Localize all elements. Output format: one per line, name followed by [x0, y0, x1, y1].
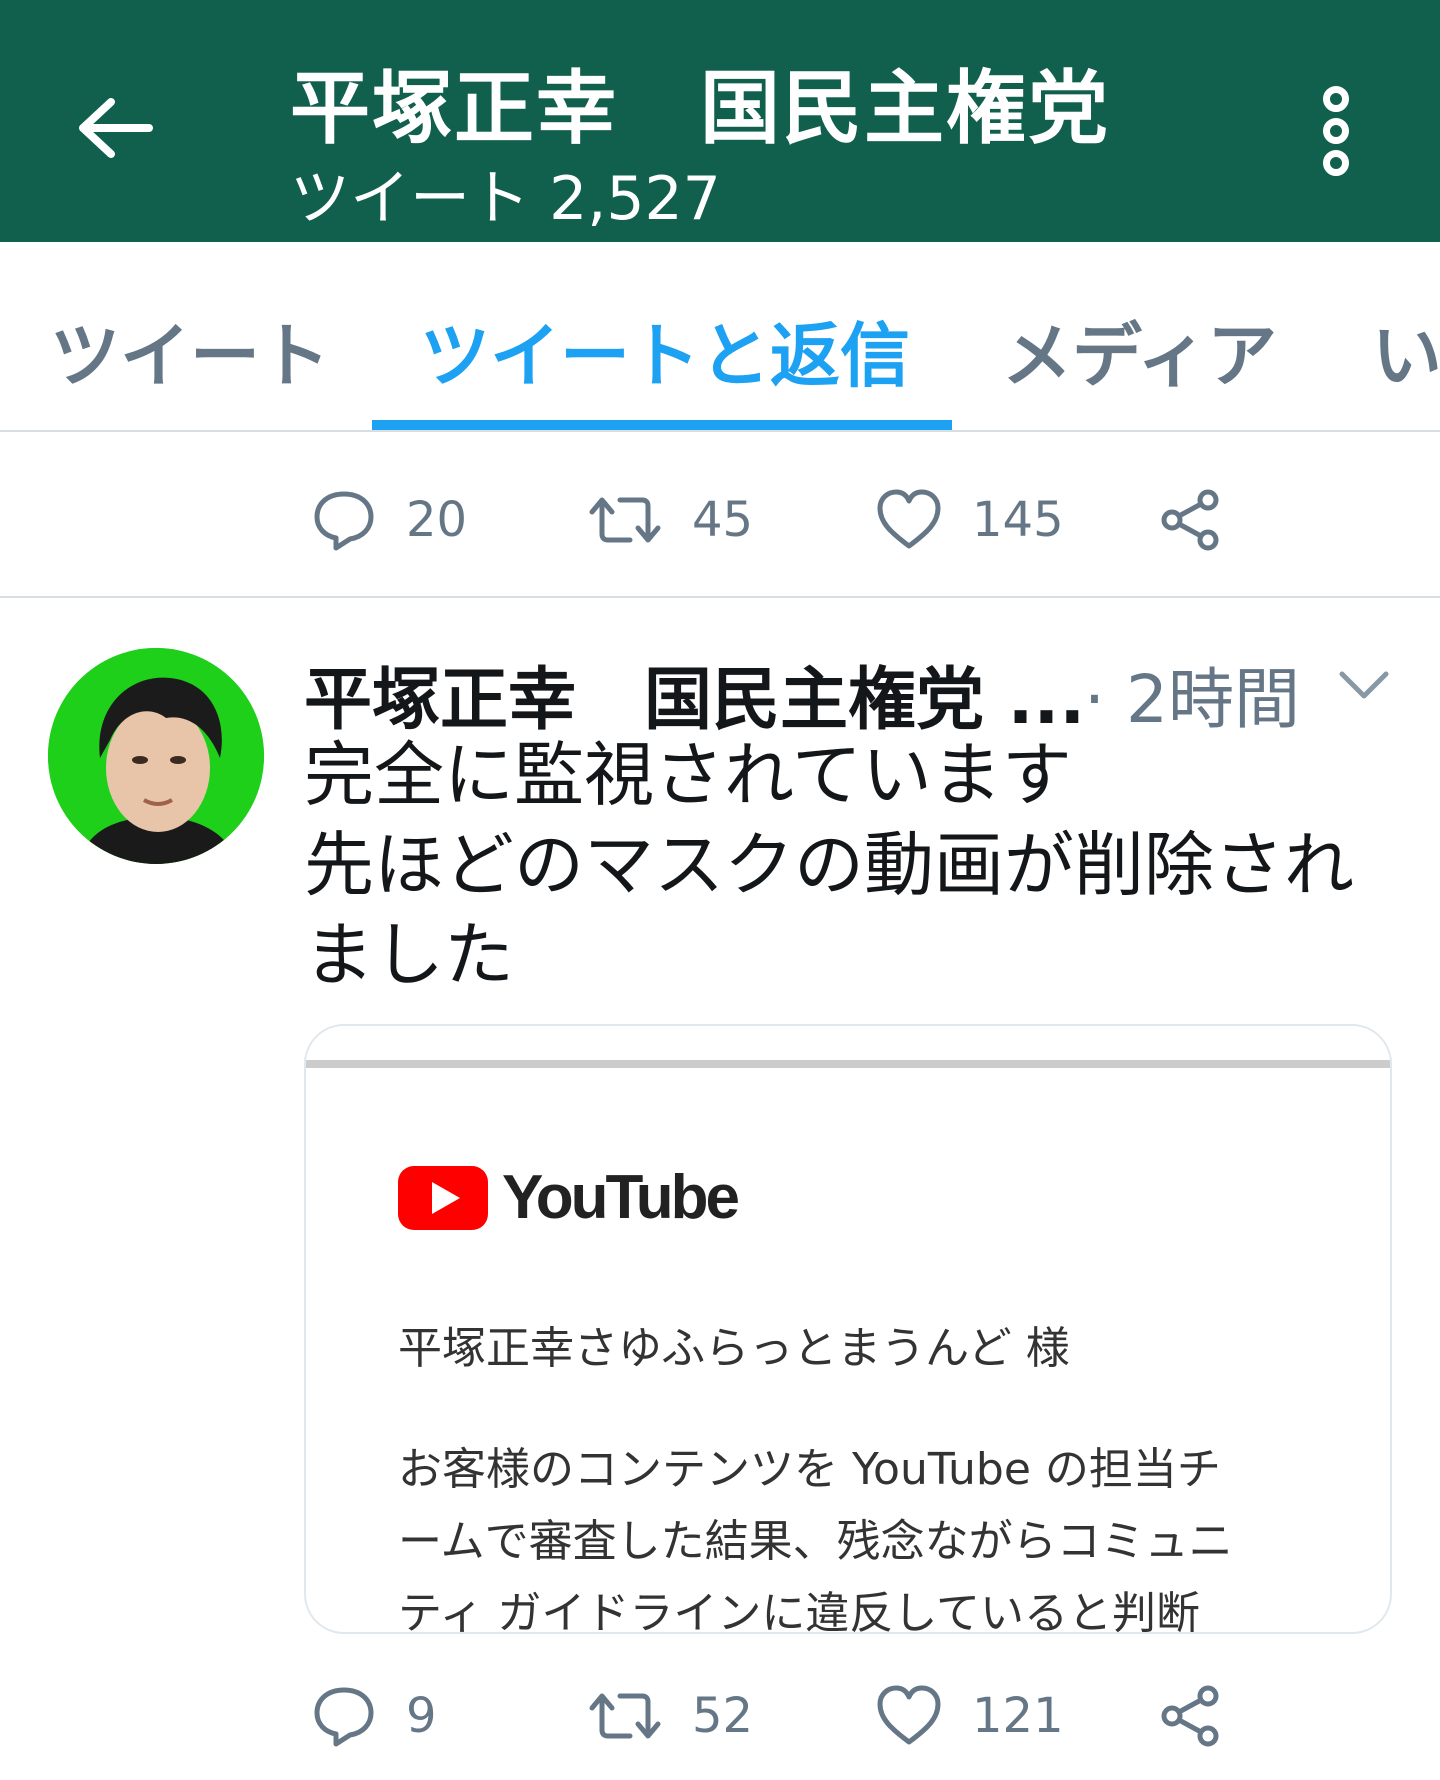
- tweet-actions: 9 52 121: [0, 1676, 1440, 1756]
- share-icon: [1161, 489, 1219, 551]
- more-options-button[interactable]: [1306, 86, 1366, 176]
- like-icon: [877, 489, 941, 549]
- retweet-count: 52: [692, 1688, 754, 1744]
- tweet-header: 平塚正幸 国民主権党 ... · 2時間: [304, 640, 1414, 740]
- retweet-button[interactable]: 52: [588, 1676, 753, 1756]
- tweet-actions: 20 45 145: [0, 480, 1440, 560]
- email-body: お客様のコンテンツを YouTube の担当チ ームで審査した結果、残念ながらコ…: [398, 1434, 1358, 1634]
- profile-tabs: ツイート ツイートと返信 メディア い: [0, 242, 1440, 432]
- tweet-body: 完全に監視されています 先ほどのマスクの動画が削除され ました: [304, 730, 1404, 1000]
- like-count: 145: [972, 492, 1064, 548]
- email-body-line: ティ ガイドラインに違反していると判断: [398, 1588, 1201, 1634]
- tab-likes[interactable]: い: [1372, 300, 1440, 401]
- more-vertical-icon: [1323, 86, 1349, 112]
- tab-media[interactable]: メディア: [1002, 300, 1277, 401]
- email-body-line: ームで審査した結果、残念ながらコミュニ: [398, 1516, 1233, 1567]
- tweet-media-image[interactable]: YouTube 平塚正幸さゆふらっとまうんど 様 お客様のコンテンツを YouT…: [304, 1024, 1392, 1634]
- active-tab-indicator: [372, 420, 952, 430]
- tweet-timestamp[interactable]: · 2時間: [1084, 646, 1300, 742]
- back-arrow-icon: [79, 98, 153, 158]
- youtube-logo: YouTube: [398, 1162, 740, 1233]
- chevron-down-icon[interactable]: [1334, 660, 1394, 710]
- tweet-text-line: 完全に監視されています: [304, 734, 1072, 816]
- reply-count: 20: [406, 492, 468, 548]
- like-count: 121: [972, 1688, 1064, 1744]
- retweet-button[interactable]: 45: [588, 480, 753, 560]
- share-button[interactable]: [1158, 1676, 1222, 1756]
- youtube-logo-icon: [398, 1165, 488, 1230]
- profile-title: 平塚正幸 国民主権党: [290, 62, 1110, 155]
- like-icon: [877, 1685, 941, 1745]
- like-button[interactable]: 145: [876, 480, 1064, 560]
- tweet-count: ツイート 2,527: [290, 164, 721, 234]
- author-name[interactable]: 平塚正幸 国民主権党 ...: [304, 644, 1085, 743]
- reply-icon: [314, 1687, 374, 1747]
- reply-count: 9: [406, 1688, 437, 1744]
- tweet-divider: [0, 596, 1440, 598]
- app-header: 平塚正幸 国民主権党 ツイート 2,527: [0, 0, 1440, 242]
- tab-tweets-and-replies[interactable]: ツイートと返信: [420, 300, 910, 401]
- share-icon: [1161, 1685, 1219, 1747]
- reply-button[interactable]: 9: [312, 1676, 437, 1756]
- reply-icon: [314, 491, 374, 551]
- like-button[interactable]: 121: [876, 1676, 1064, 1756]
- avatar[interactable]: [48, 648, 264, 864]
- share-button[interactable]: [1158, 480, 1222, 560]
- email-greeting: 平塚正幸さゆふらっとまうんど 様: [398, 1323, 1070, 1374]
- retweet-icon: [589, 1693, 661, 1739]
- avatar-photo: [48, 648, 264, 864]
- tweet-text-line: ました: [304, 914, 514, 996]
- tab-tweets[interactable]: ツイート: [50, 300, 330, 401]
- reply-button[interactable]: 20: [312, 480, 467, 560]
- tweet-text-line: 先ほどのマスクの動画が削除され: [304, 824, 1354, 906]
- retweet-count: 45: [692, 492, 754, 548]
- image-top-border: [306, 1060, 1390, 1068]
- back-button[interactable]: [70, 88, 160, 168]
- youtube-wordmark: YouTube: [502, 1163, 740, 1232]
- email-body-line: お客様のコンテンツを YouTube の担当チ: [398, 1444, 1221, 1495]
- retweet-icon: [589, 497, 661, 543]
